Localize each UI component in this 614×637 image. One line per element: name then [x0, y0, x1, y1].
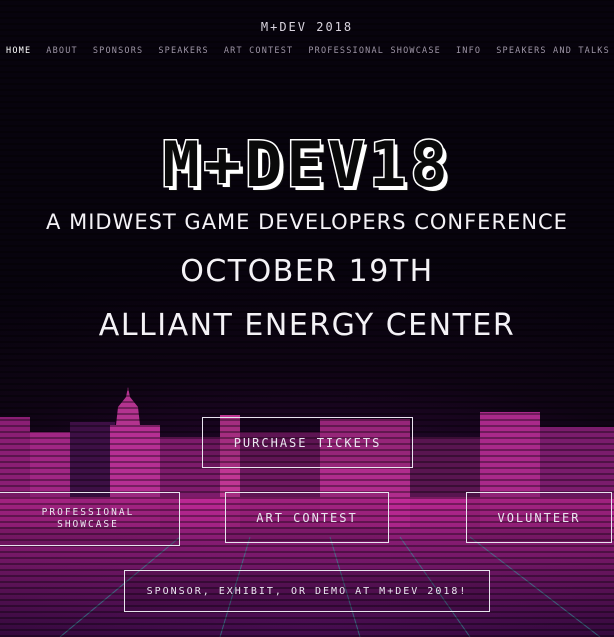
nav-item-info[interactable]: INFO	[456, 46, 481, 56]
nav-item-professional-showcase[interactable]: PROFESSIONAL SHOWCASE	[308, 46, 441, 56]
site-title[interactable]: M+DEV 2018	[0, 20, 614, 34]
sponsor-exhibit-demo-button[interactable]: SPONSOR, EXHIBIT, OR DEMO AT M+DEV 2018!	[124, 570, 490, 612]
event-venue: ALLIANT ENERGY CENTER	[98, 308, 516, 343]
nav-item-art-contest[interactable]: ART CONTEST	[224, 46, 294, 56]
nav-item-about[interactable]: ABOUT	[46, 46, 78, 56]
art-contest-button[interactable]: ART CONTEST	[225, 492, 389, 543]
professional-showcase-button[interactable]: PROFESSIONAL SHOWCASE	[0, 492, 180, 546]
nav-item-speakers-and-talks[interactable]: SPEAKERS AND TALKS	[496, 46, 610, 56]
nav-item-sponsors[interactable]: SPONSORS	[93, 46, 144, 56]
event-tagline: A MIDWEST GAME DEVELOPERS CONFERENCE	[46, 210, 568, 234]
event-logo-fill: M+DEV18	[162, 128, 452, 201]
main-nav: HOME ABOUT SPONSORS SPEAKERS ART CONTEST…	[6, 46, 610, 56]
nav-item-home[interactable]: HOME	[6, 46, 31, 56]
showcase-label-line2: SHOWCASE	[57, 519, 119, 530]
purchase-tickets-button[interactable]: PURCHASE TICKETS	[202, 417, 413, 468]
professional-showcase-button-label: PROFESSIONAL SHOWCASE	[42, 507, 135, 531]
nav-item-speakers[interactable]: SPEAKERS	[158, 46, 209, 56]
event-date: OCTOBER 19TH	[180, 254, 434, 289]
showcase-label-line1: PROFESSIONAL	[41, 507, 135, 518]
volunteer-button[interactable]: VOLUNTEER	[466, 492, 612, 543]
